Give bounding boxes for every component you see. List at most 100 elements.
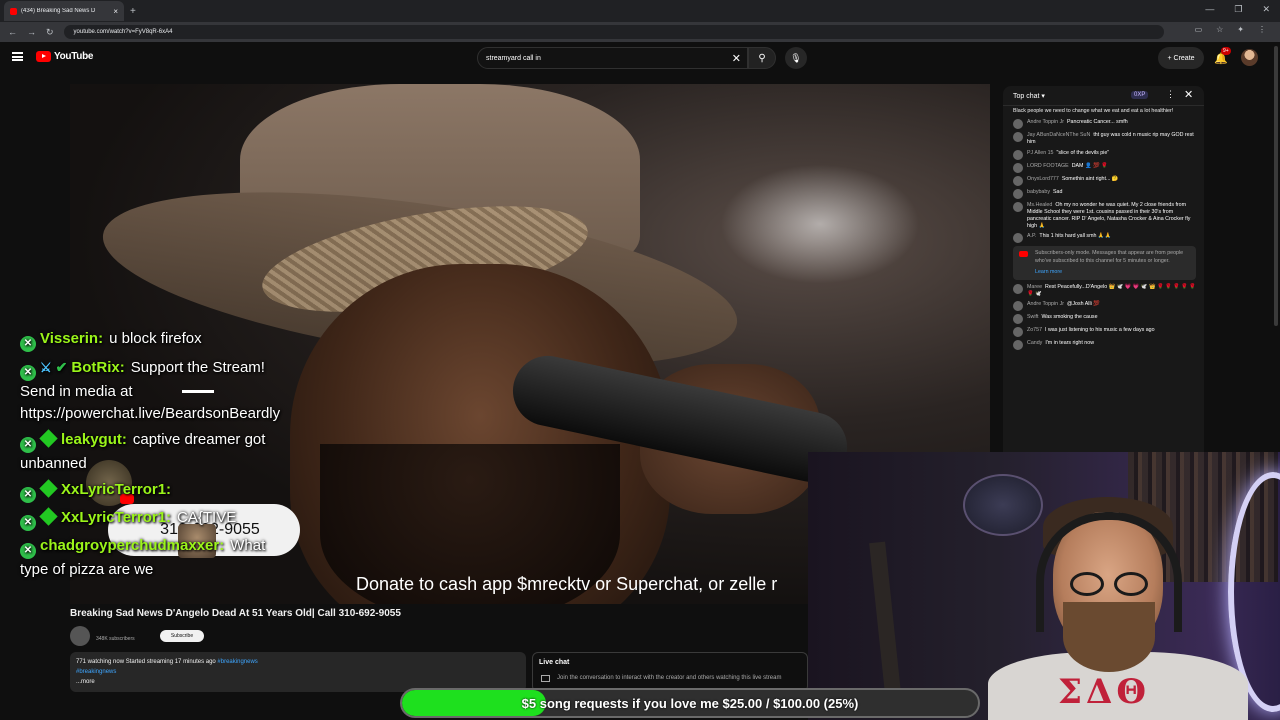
kick-badge-icon: ✕ (20, 437, 36, 453)
chat-author-name[interactable]: babybaby (1027, 189, 1050, 195)
new-tab-icon[interactable]: + (130, 6, 136, 17)
chat-message: LORD FOOTAGE DAM 👤 💯 🌹 (1013, 162, 1196, 173)
desc-more[interactable]: ...more (76, 677, 520, 687)
chat-author-name[interactable]: Maree (1027, 284, 1042, 290)
youtube-logo[interactable]: YouTube (36, 51, 94, 62)
chat-messages: Black people we need to change what we e… (1003, 106, 1204, 351)
chat-author-avatar[interactable] (1013, 233, 1023, 244)
chat-author-avatar[interactable] (1013, 301, 1023, 312)
account-avatar[interactable] (1241, 49, 1258, 66)
clear-search-icon[interactable]: ✕ (732, 52, 741, 65)
chat-bubble-icon (541, 675, 550, 682)
browser-toolbar: ← → ↻ youtube.com/watch?v=FyV8qR-6xA4 (0, 22, 1280, 42)
create-button[interactable]: + Create (1158, 47, 1204, 69)
overlay-chat-message: ✕ XxLyricTerror1: CA{TIVE (20, 507, 280, 531)
desc-hashtag[interactable]: #breakingnews (217, 659, 257, 665)
live-chat-box: Live chat Join the conversation to inter… (532, 652, 808, 692)
address-bar[interactable]: youtube.com/watch?v=FyV8qR-6xA4 (63, 25, 1164, 39)
page-scrollbar[interactable] (1274, 46, 1278, 326)
maximize-icon[interactable]: ❐ (1234, 4, 1242, 15)
notifications-badge: 9+ (1221, 47, 1231, 55)
video-description[interactable]: 771 watching now Started streaming 17 mi… (70, 652, 526, 692)
top-chat-dropdown[interactable]: Top chat ▾ (1013, 92, 1045, 100)
chat-author-avatar[interactable] (1013, 149, 1023, 160)
minimize-icon[interactable]: — (1205, 4, 1214, 15)
chat-author-name[interactable]: LORD FOOTAGE (1027, 163, 1069, 169)
chat-author-name[interactable]: Candy (1027, 340, 1042, 346)
chat-author-name[interactable]: Andre Toppin Jr (1027, 119, 1064, 125)
chat-message: Zo757 I was just listening to his music a… (1013, 327, 1196, 338)
back-icon[interactable]: ← (8, 27, 17, 37)
browser-tab[interactable]: (434) Breaking Sad News D × (4, 1, 124, 21)
subscriber-count: 348K subscribers (96, 636, 135, 642)
chat-header: Top chat ▾ 0XP ⋮ ✕ (1003, 86, 1204, 106)
kick-badge-icon: ✕ (20, 487, 36, 503)
chat-message-text: Sad (1052, 188, 1063, 195)
chat-author-name[interactable]: Jay ABunDaNceNThe SuN (1027, 132, 1090, 138)
subscriber-diamond-icon (39, 479, 58, 498)
subscribers-only-notice: Subscribers-only mode. Messages that app… (1013, 246, 1196, 281)
extension-icon[interactable]: ✦ (1237, 25, 1244, 34)
chat-author-avatar[interactable] (1013, 188, 1023, 199)
menu-dots-icon[interactable]: ⋮ (1258, 25, 1266, 34)
chat-author-avatar[interactable] (1013, 340, 1023, 351)
chat-author-avatar[interactable] (1013, 327, 1023, 338)
chat-message: Candy I'm in tears right now (1013, 340, 1196, 351)
cast-icon[interactable]: ▭ (1195, 25, 1203, 34)
chat-message-partial: Black people we need to change what we e… (1013, 108, 1174, 114)
chat-author-name[interactable]: Zo757 (1027, 327, 1042, 333)
chat-message-text: DAM 👤 💯 🌹 (1071, 162, 1108, 169)
overlay-chat-text: u block firefox (109, 330, 202, 347)
chat-close-icon[interactable]: ✕ (1184, 88, 1193, 101)
overlay-chat-author: XxLyricTerror1: (61, 481, 172, 498)
chat-author-avatar[interactable] (1013, 175, 1023, 186)
chat-author-avatar[interactable] (1013, 284, 1023, 295)
chat-message: babybaby Sad (1013, 188, 1196, 199)
screen: (434) Breaking Sad News D × + — ❐ ✕ ← → … (0, 0, 1280, 720)
chat-author-name[interactable]: Andre Toppin Jr (1027, 301, 1064, 307)
search-input[interactable]: streamyard call in ✕ (477, 47, 748, 69)
streamer-webcam: ΣΔΘ (808, 452, 1280, 720)
chat-author-name[interactable]: Swift (1027, 314, 1038, 320)
chat-message-text: I'm in tears right now (1045, 340, 1095, 347)
chat-author-avatar[interactable] (1013, 314, 1023, 325)
chat-author-name[interactable]: PJ Allen 15 (1027, 150, 1054, 156)
browser-tabbar: (434) Breaking Sad News D × + — ❐ ✕ (0, 0, 1280, 22)
song-request-goal-bar: $5 song requests if you love me $25.00 /… (400, 688, 980, 718)
forward-icon[interactable]: → (27, 27, 36, 37)
chat-more-icon[interactable]: ⋮ (1166, 89, 1175, 100)
chat-author-name[interactable]: Ms.Healed (1027, 202, 1052, 208)
chat-author-avatar[interactable] (1013, 119, 1023, 130)
chat-author-avatar[interactable] (1013, 162, 1023, 173)
chat-message: Jay ABunDaNceNThe SuN tht guy was cold n … (1013, 132, 1196, 146)
chat-message-text: I was just listening to his music a few … (1045, 327, 1155, 334)
youtube-logo-text: YouTube (54, 51, 94, 62)
search-button[interactable]: ⚲ (748, 47, 776, 69)
create-label: Create (1173, 54, 1195, 62)
voice-search-icon[interactable]: 🎙 (785, 47, 807, 69)
learn-more-link[interactable]: Learn more (1035, 269, 1190, 276)
subscribe-button[interactable]: Subscribe (160, 630, 204, 642)
browser-extensions: ▭ ☆ ✦ ⋮ (1195, 25, 1266, 34)
overlay-chat-author: BotRix: (71, 359, 125, 376)
channel-avatar[interactable] (70, 626, 90, 646)
chat-author-avatar[interactable] (1013, 201, 1023, 212)
youtube-favicon-icon (10, 7, 17, 15)
youtube-play-icon (36, 51, 51, 62)
notice-text: Subscribers-only mode. Messages that app… (1035, 250, 1184, 264)
tab-close-icon[interactable]: × (113, 7, 118, 16)
live-chat-label: Live chat (539, 659, 570, 666)
bookmark-star-icon[interactable]: ☆ (1216, 25, 1223, 34)
goal-bar-label: $5 song requests if you love me $25.00 /… (521, 695, 859, 711)
chat-author-name[interactable]: OnyxLord777 (1027, 176, 1059, 182)
menu-hamburger-icon[interactable] (12, 52, 23, 61)
window-close-icon[interactable]: ✕ (1262, 4, 1270, 15)
chat-message-text: @Josh Alli 💯 (1067, 301, 1100, 308)
chat-author-name[interactable]: A.P. (1027, 233, 1036, 239)
overlay-chat-author: leakygut: (61, 431, 127, 448)
desc-hashtag-line[interactable]: #breakingnews (76, 667, 520, 677)
reload-icon[interactable]: ↻ (46, 27, 54, 38)
chat-author-avatar[interactable] (1013, 132, 1023, 143)
live-chat-join-text: Join the conversation to interact with t… (557, 675, 782, 681)
url-text: youtube.com/watch?v=FyV8qR-6xA4 (73, 29, 173, 35)
